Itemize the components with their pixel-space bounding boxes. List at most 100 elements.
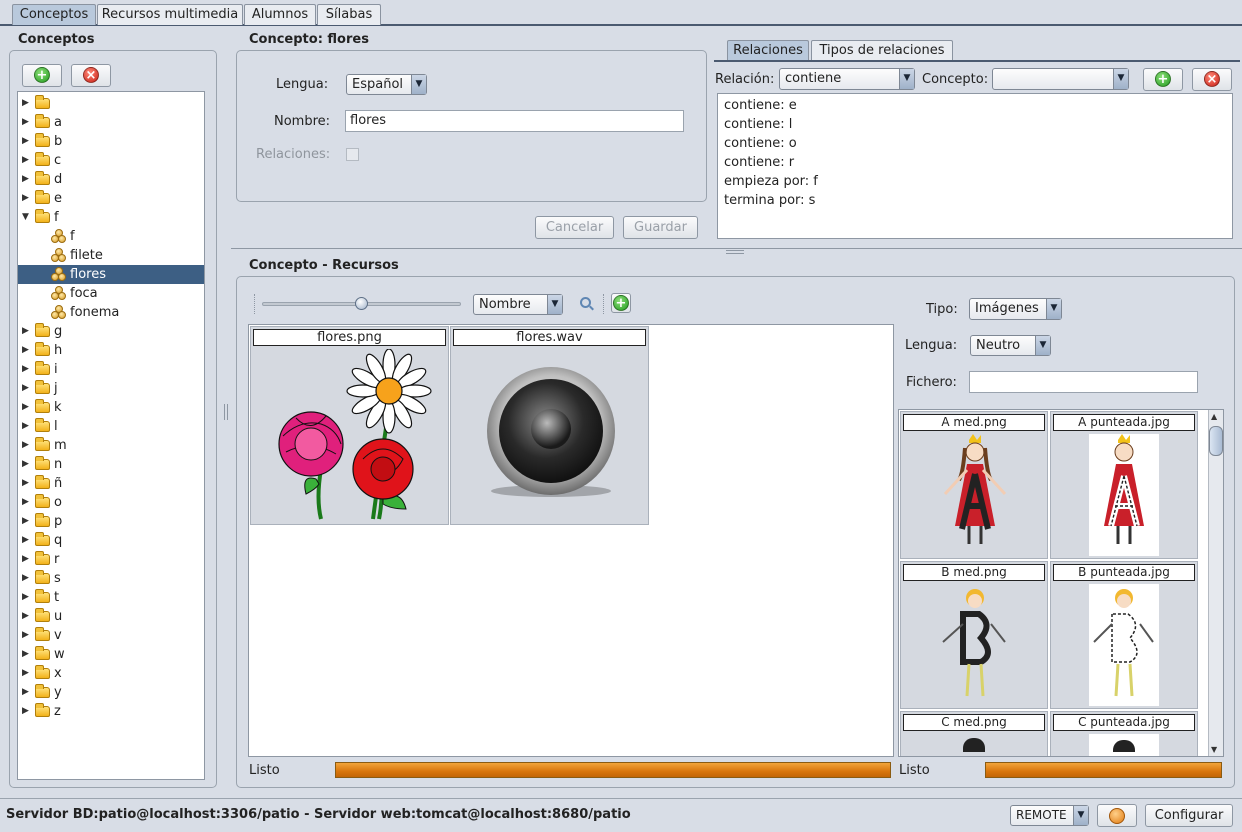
sort-select[interactable]: Nombre ▼ <box>473 294 563 315</box>
collapsed-arrow-icon[interactable]: ▶ <box>22 626 29 645</box>
collapsed-arrow-icon[interactable]: ▶ <box>22 550 29 569</box>
tab-recursos-multimedia[interactable]: Recursos multimedia <box>97 4 243 25</box>
relaciones-checkbox[interactable] <box>346 148 359 161</box>
scroll-up-icon[interactable]: ▲ <box>1211 412 1217 421</box>
tipo-select[interactable]: Imágenes ▼ <box>969 298 1062 320</box>
collapsed-arrow-icon[interactable]: ▶ <box>22 702 29 721</box>
tree-item[interactable]: ▶ p <box>18 512 204 531</box>
resource-thumb-audio[interactable]: flores.wav <box>450 326 649 525</box>
tree-item[interactable]: ▼ f <box>18 208 204 227</box>
collapsed-arrow-icon[interactable]: ▶ <box>22 379 29 398</box>
tree-item[interactable]: ▶ c <box>18 151 204 170</box>
collapsed-arrow-icon[interactable]: ▶ <box>22 569 29 588</box>
tab-silabas[interactable]: Sílabas <box>317 4 381 25</box>
collapsed-arrow-icon[interactable]: ▶ <box>22 341 29 360</box>
tab-alumnos[interactable]: Alumnos <box>244 4 316 25</box>
collapsed-arrow-icon[interactable]: ▶ <box>22 683 29 702</box>
collapsed-arrow-icon[interactable]: ▶ <box>22 455 29 474</box>
expanded-arrow-icon[interactable]: ▼ <box>22 208 29 227</box>
add-concept-button[interactable]: + <box>22 64 62 87</box>
tree-item[interactable]: ▶ u <box>18 607 204 626</box>
tree-item[interactable]: ▶ n <box>18 455 204 474</box>
horizontal-splitter-handle[interactable] <box>726 250 744 254</box>
nombre-input[interactable]: flores <box>345 110 684 132</box>
tree-item[interactable]: ▶ e <box>18 189 204 208</box>
save-button[interactable]: Guardar <box>623 216 698 239</box>
gallery-item[interactable]: A punteada.jpg <box>1050 411 1198 559</box>
collapsed-arrow-icon[interactable]: ▶ <box>22 436 29 455</box>
tree-item[interactable]: filete <box>18 246 204 265</box>
relation-item[interactable]: contiene: o <box>724 136 797 151</box>
tree-item[interactable]: ▶ s <box>18 569 204 588</box>
tab-tipos-relaciones[interactable]: Tipos de relaciones <box>811 40 953 61</box>
tree-item[interactable]: ▶ t <box>18 588 204 607</box>
tree-item[interactable]: ▶ l <box>18 417 204 436</box>
collapsed-arrow-icon[interactable]: ▶ <box>22 474 29 493</box>
resource-gallery[interactable]: A med.png A punteada.jpg B med.png B pun… <box>898 409 1224 757</box>
relation-item[interactable]: contiene: l <box>724 117 792 132</box>
tree-item[interactable]: ▶ a <box>18 113 204 132</box>
collapsed-arrow-icon[interactable]: ▶ <box>22 398 29 417</box>
tree-item[interactable]: ▶ g <box>18 322 204 341</box>
tree-item[interactable]: ▶ d <box>18 170 204 189</box>
vertical-splitter-handle[interactable] <box>224 404 228 420</box>
tab-conceptos[interactable]: Conceptos <box>12 4 96 25</box>
collapsed-arrow-icon[interactable]: ▶ <box>22 113 29 132</box>
tree-item[interactable]: ▶ <box>18 94 204 113</box>
relation-item[interactable]: contiene: e <box>724 98 797 113</box>
collapsed-arrow-icon[interactable]: ▶ <box>22 189 29 208</box>
tab-relaciones[interactable]: Relaciones <box>727 40 809 61</box>
tree-item[interactable]: ▶ i <box>18 360 204 379</box>
filter-lengua-select[interactable]: Neutro ▼ <box>970 335 1051 356</box>
tree-item[interactable]: ▶ b <box>18 132 204 151</box>
relacion-select[interactable]: contiene ▼ <box>779 68 915 90</box>
delete-relation-button[interactable]: × <box>1192 68 1232 91</box>
delete-concept-button[interactable]: × <box>71 64 111 87</box>
refresh-button[interactable] <box>1097 804 1137 827</box>
gallery-item[interactable]: B punteada.jpg <box>1050 561 1198 709</box>
tree-item[interactable]: ▶ q <box>18 531 204 550</box>
cancel-button[interactable]: Cancelar <box>535 216 614 239</box>
collapsed-arrow-icon[interactable]: ▶ <box>22 512 29 531</box>
collapsed-arrow-icon[interactable]: ▶ <box>22 132 29 151</box>
tree-item[interactable]: ▶ k <box>18 398 204 417</box>
tree-item[interactable]: ▶ m <box>18 436 204 455</box>
concepto-select[interactable]: ▼ <box>992 68 1129 90</box>
tree-item[interactable]: ▶ o <box>18 493 204 512</box>
collapsed-arrow-icon[interactable]: ▶ <box>22 531 29 550</box>
zoom-slider-thumb[interactable] <box>354 297 368 310</box>
gallery-scroll-thumb[interactable] <box>1209 426 1223 456</box>
gallery-item[interactable]: B med.png <box>900 561 1048 709</box>
resources-area[interactable]: flores.png flores.wav <box>248 324 894 757</box>
mode-select[interactable]: REMOTE ▼ <box>1010 805 1089 826</box>
collapsed-arrow-icon[interactable]: ▶ <box>22 360 29 379</box>
tree-item[interactable]: flores <box>18 265 204 284</box>
tree-item[interactable]: ▶ j <box>18 379 204 398</box>
collapsed-arrow-icon[interactable]: ▶ <box>22 151 29 170</box>
relation-item[interactable]: contiene: r <box>724 155 794 170</box>
lengua-select[interactable]: Español ▼ <box>346 74 427 95</box>
gallery-item[interactable]: A med.png <box>900 411 1048 559</box>
collapsed-arrow-icon[interactable]: ▶ <box>22 493 29 512</box>
resource-thumb-image[interactable]: flores.png <box>250 326 449 525</box>
add-resource-button[interactable]: + <box>611 293 631 313</box>
fichero-input[interactable] <box>969 371 1198 393</box>
configure-button[interactable]: Configurar <box>1145 804 1233 827</box>
tree-item[interactable]: ▶ r <box>18 550 204 569</box>
gallery-scrollbar[interactable]: ▲ ▼ <box>1208 410 1223 756</box>
collapsed-arrow-icon[interactable]: ▶ <box>22 322 29 341</box>
tree-item[interactable]: ▶ z <box>18 702 204 721</box>
collapsed-arrow-icon[interactable]: ▶ <box>22 664 29 683</box>
tree-item[interactable]: ▶ w <box>18 645 204 664</box>
relation-item[interactable]: empieza por: f <box>724 174 818 189</box>
tree-item[interactable]: f <box>18 227 204 246</box>
concept-tree[interactable]: ▶ ▶ a ▶ b ▶ c ▶ d ▶ e ▼ f f filete flores foca fonema ▶ g ▶ h… <box>17 91 205 780</box>
scroll-down-icon[interactable]: ▼ <box>1211 745 1217 754</box>
tree-item[interactable]: ▶ x <box>18 664 204 683</box>
collapsed-arrow-icon[interactable]: ▶ <box>22 417 29 436</box>
collapsed-arrow-icon[interactable]: ▶ <box>22 170 29 189</box>
tree-item[interactable]: ▶ ñ <box>18 474 204 493</box>
collapsed-arrow-icon[interactable]: ▶ <box>22 607 29 626</box>
tree-item[interactable]: ▶ y <box>18 683 204 702</box>
relation-item[interactable]: termina por: s <box>724 193 815 208</box>
